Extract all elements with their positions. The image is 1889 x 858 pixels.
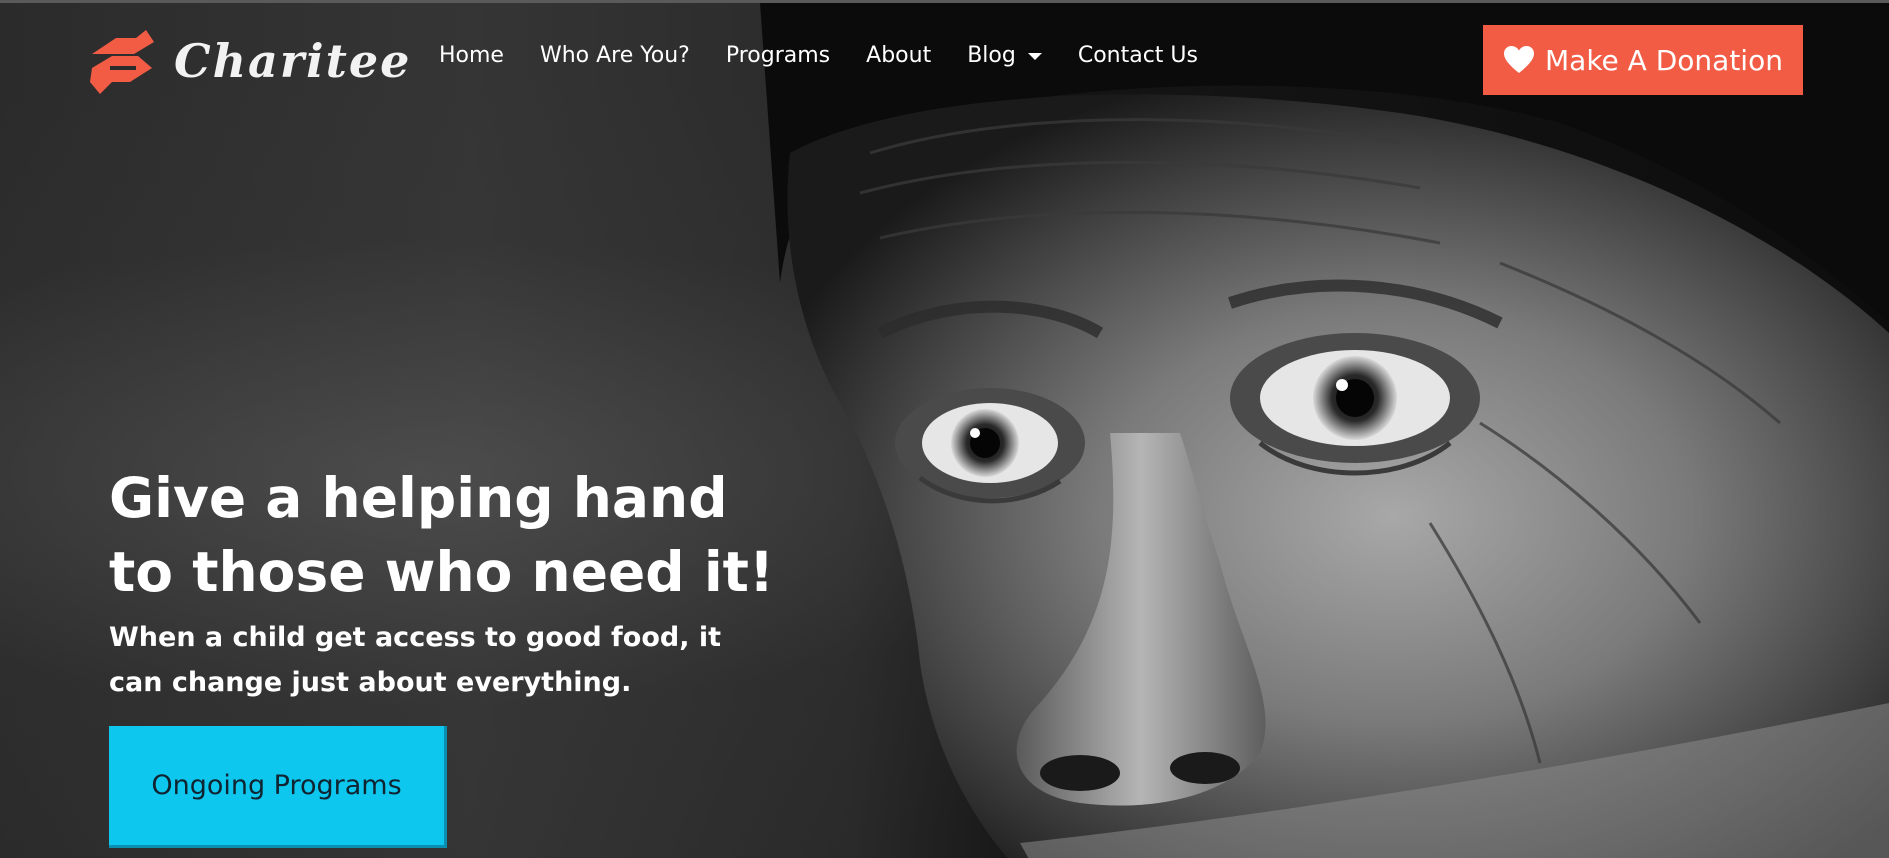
hero-content: Give a helping hand to those who need it…: [109, 461, 809, 705]
nav-item-who-are-you[interactable]: Who Are You?: [540, 43, 690, 68]
logo[interactable]: Charitee: [86, 23, 411, 99]
nav-item-label: Blog: [967, 43, 1016, 68]
make-donation-button[interactable]: Make A Donation: [1483, 25, 1803, 95]
nav-item-label: Who Are You?: [539, 43, 690, 68]
heart-icon: [1504, 46, 1535, 73]
ongoing-programs-button[interactable]: Ongoing Programs: [109, 726, 447, 848]
hero-title: Give a helping hand to those who need it…: [109, 466, 775, 604]
site-header: Charitee Home Who Are You? Programs Abou…: [0, 3, 1889, 123]
nav-item-label: Contact Us: [1077, 43, 1198, 68]
helping-hands-logo-icon: [90, 30, 154, 94]
nav-item-contact-us[interactable]: Contact Us: [1078, 43, 1198, 68]
nav-item-label: Home: [439, 43, 504, 68]
chevron-down-icon: [1027, 53, 1042, 60]
hero-section: Charitee Home Who Are You? Programs Abou…: [0, 0, 1889, 858]
nav-item-label: About: [866, 43, 932, 68]
donate-label: Make A Donation: [1545, 43, 1783, 77]
hero-subtitle: When a child get access to good food, it…: [109, 622, 722, 698]
nav-item-blog[interactable]: Blog: [967, 43, 1042, 68]
nav-item-programs[interactable]: Programs: [726, 43, 830, 68]
nav-item-label: Programs: [725, 43, 831, 68]
cta-label: Ongoing Programs: [151, 770, 402, 801]
nav-item-home[interactable]: Home: [439, 43, 504, 68]
main-nav: Home Who Are You? Programs About Blog Co…: [439, 43, 1198, 68]
nav-item-about[interactable]: About: [866, 43, 931, 68]
brand-name: Charitee: [174, 34, 412, 88]
